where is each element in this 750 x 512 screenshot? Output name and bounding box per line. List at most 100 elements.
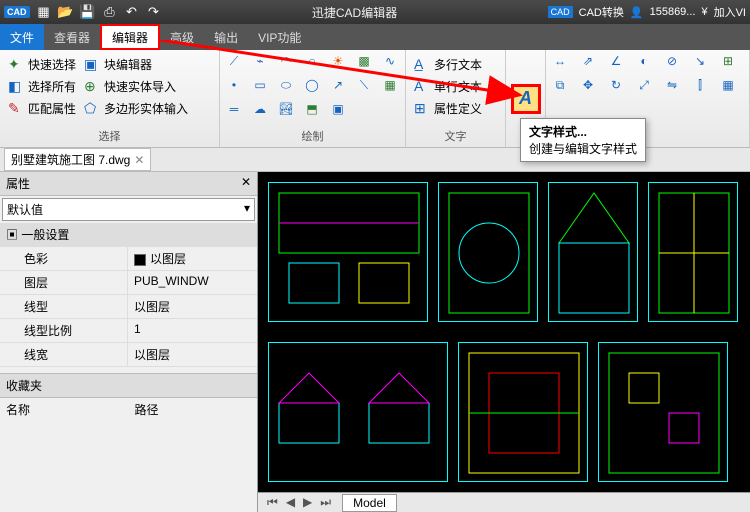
model-tab[interactable]: Model xyxy=(342,494,397,512)
mline-icon[interactable]: ═ xyxy=(226,101,242,117)
join-link[interactable]: 加入VI xyxy=(714,4,746,20)
user-icon[interactable]: 👤 xyxy=(630,6,644,19)
spline-icon[interactable]: ∿ xyxy=(382,53,398,69)
dim-angular-icon[interactable]: ∠ xyxy=(608,53,624,69)
drawing-thumb xyxy=(269,343,447,481)
menu-vip[interactable]: VIP功能 xyxy=(248,24,311,50)
phone-label: 155869... xyxy=(650,6,696,18)
line-icon[interactable]: ⟋ xyxy=(226,53,242,69)
favorites-columns: 名称 路径 xyxy=(0,398,257,421)
boundary-icon[interactable]: ▣ xyxy=(330,101,346,117)
first-icon[interactable]: ⏮ xyxy=(264,495,281,510)
wand-icon: ✦ xyxy=(8,56,24,72)
move-icon[interactable]: ✥ xyxy=(580,77,596,93)
prop-section-general[interactable]: ▣ 一般设置 xyxy=(0,223,257,247)
mirror-icon[interactable]: ⇋ xyxy=(664,77,680,93)
prop-value: 1 xyxy=(128,319,257,342)
property-row[interactable]: 线宽以图层 xyxy=(0,343,257,367)
polyline-icon[interactable]: ⌁ xyxy=(252,53,268,69)
last-icon[interactable]: ⏭ xyxy=(317,495,334,510)
wipeout-icon[interactable]: ⬒ xyxy=(304,101,320,117)
polygon-input-button[interactable]: ⬠多边形实体输入 xyxy=(82,98,190,119)
next-icon[interactable]: ▶ xyxy=(300,495,315,510)
block-editor-button[interactable]: ▣块编辑器 xyxy=(82,54,154,75)
prop-value: 以图层 xyxy=(128,247,257,270)
new-icon[interactable]: ▦ xyxy=(36,4,52,20)
rotate-icon[interactable]: ↻ xyxy=(608,77,624,93)
image-icon[interactable]: 🏞 xyxy=(278,101,294,117)
rect-icon[interactable]: ▭ xyxy=(252,77,268,93)
scale-icon[interactable]: ⤢ xyxy=(636,77,652,93)
ray-icon[interactable]: ↗ xyxy=(330,77,346,93)
circle-icon[interactable]: ○ xyxy=(304,53,320,69)
hatch-icon[interactable]: ▩ xyxy=(356,53,372,69)
menu-file[interactable]: 文件 xyxy=(0,24,44,50)
property-row[interactable]: 线型比例1 xyxy=(0,319,257,343)
property-row[interactable]: 线型以图层 xyxy=(0,295,257,319)
default-dropdown[interactable]: 默认值▾ xyxy=(2,198,255,221)
revcloud-icon[interactable]: ☁ xyxy=(252,101,268,117)
main-area: 属性 ✕ 默认值▾ ▣ 一般设置 色彩以图层图层PUB_WINDW线型以图层线型… xyxy=(0,172,750,512)
quick-select-button[interactable]: ✦快速选择 xyxy=(6,54,78,75)
textstyle-icon: A xyxy=(519,88,532,109)
mtext-button[interactable]: A̲多行文本 xyxy=(412,54,484,75)
redo-icon[interactable]: ↷ xyxy=(146,4,162,20)
currency-icon: ¥ xyxy=(701,6,707,18)
prop-value: 以图层 xyxy=(128,295,257,318)
import-entity-button[interactable]: ⊕快速实体导入 xyxy=(82,76,178,97)
group-label-text: 文字 xyxy=(412,126,499,144)
convert-link[interactable]: CAD转换 xyxy=(579,4,624,20)
donut-icon[interactable]: ◯ xyxy=(304,77,320,93)
region-icon[interactable]: ▦ xyxy=(382,77,398,93)
drawing-thumb xyxy=(599,343,727,481)
copy-icon[interactable]: ⧉ xyxy=(552,77,568,93)
array-icon[interactable]: ▦ xyxy=(720,77,736,93)
light-icon[interactable]: ☀ xyxy=(330,53,346,69)
dim-radius-icon[interactable]: ◐ xyxy=(636,53,652,69)
open-icon[interactable]: 📂 xyxy=(58,4,74,20)
export-icon[interactable]: ⎙ xyxy=(102,4,118,20)
menu-advanced[interactable]: 高级 xyxy=(160,24,204,50)
arc-icon[interactable]: ◠ xyxy=(278,53,294,69)
properties-title: 属性 xyxy=(6,175,30,192)
ellipse-icon[interactable]: ⬭ xyxy=(278,77,294,93)
attr-def-button[interactable]: ⊞属性定义 xyxy=(412,98,484,119)
text-style-button[interactable]: A xyxy=(511,84,541,114)
menu-editor[interactable]: 编辑器 xyxy=(100,24,160,50)
property-row[interactable]: 图层PUB_WINDW xyxy=(0,271,257,295)
stext-button[interactable]: A单行文本 xyxy=(412,76,484,97)
properties-header: 属性 ✕ xyxy=(0,172,257,196)
stext-icon: A xyxy=(414,78,430,94)
dim-aligned-icon[interactable]: ⇗ xyxy=(580,53,596,69)
menu-output[interactable]: 输出 xyxy=(204,24,248,50)
dim-diam-icon[interactable]: ⊘ xyxy=(664,53,680,69)
prev-icon[interactable]: ◀ xyxy=(283,495,298,510)
tolerance-icon[interactable]: ⊞ xyxy=(720,53,736,69)
tooltip-desc: 创建与编辑文字样式 xyxy=(529,140,637,157)
save-icon[interactable]: 💾 xyxy=(80,4,96,20)
close-panel-icon[interactable]: ✕ xyxy=(241,175,251,192)
select-all-button[interactable]: ◧选择所有 xyxy=(6,76,78,97)
leader-icon[interactable]: ↘ xyxy=(692,53,708,69)
properties-panel: 属性 ✕ 默认值▾ ▣ 一般设置 色彩以图层图层PUB_WINDW线型以图层线型… xyxy=(0,172,258,512)
select-all-icon: ◧ xyxy=(8,78,24,94)
drawing-canvas[interactable] xyxy=(258,172,750,512)
prop-key: 线宽 xyxy=(0,343,128,366)
menu-view[interactable]: 查看器 xyxy=(44,24,100,50)
document-tab[interactable]: 别墅建筑施工图 7.dwg ✕ xyxy=(4,148,151,171)
brush-icon: ✎ xyxy=(8,100,24,116)
undo-icon[interactable]: ↶ xyxy=(124,4,140,20)
xline-icon[interactable]: ⟍ xyxy=(356,77,372,93)
group-label-select: 选择 xyxy=(6,126,213,144)
offset-icon[interactable]: ⫿ xyxy=(692,77,708,93)
property-row[interactable]: 色彩以图层 xyxy=(0,247,257,271)
prop-value: PUB_WINDW xyxy=(128,271,257,294)
dim-linear-icon[interactable]: ↔ xyxy=(552,53,568,69)
match-props-button[interactable]: ✎匹配属性 xyxy=(6,98,78,119)
import-icon: ⊕ xyxy=(84,78,100,94)
point-icon[interactable]: • xyxy=(226,77,242,93)
close-tab-icon[interactable]: ✕ xyxy=(134,153,144,167)
favorites-title: 收藏夹 xyxy=(0,373,257,398)
attr-icon: ⊞ xyxy=(414,100,430,116)
drawing-thumb xyxy=(459,343,587,481)
